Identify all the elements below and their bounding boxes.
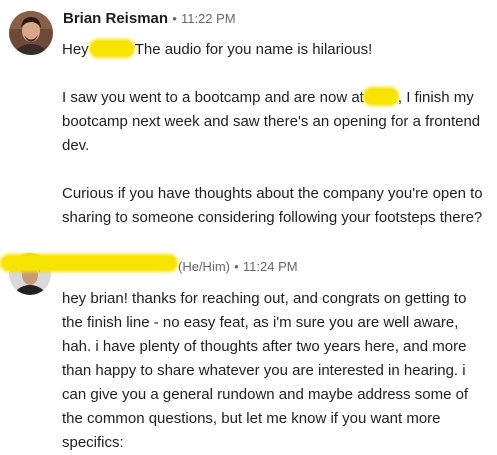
- timestamp: 11:24 PM: [242, 259, 298, 274]
- message-body: hey brian! thanks for reaching out, and …: [62, 290, 469, 451]
- timestamp: 11:22 PM: [180, 11, 236, 26]
- message-body: Hey The audio for you name is hilarious! …: [62, 38, 490, 230]
- question-paragraph: Curious if you have thoughts about the c…: [62, 185, 483, 226]
- separator-dot: •: [234, 259, 239, 274]
- redaction-mark: [364, 89, 397, 104]
- greeting-prefix: Hey: [62, 41, 89, 58]
- bootcamp-paragraph: I saw you went to a bootcamp and are now…: [62, 86, 490, 158]
- pronouns: (He/Him): [178, 259, 230, 274]
- redaction-mark: [90, 41, 133, 56]
- sender-line: (He/Him) • 11:24 PM: [178, 257, 298, 277]
- greeting-line: Hey The audio for you name is hilarious!: [62, 38, 490, 62]
- greeting-suffix: The audio for you name is hilarious!: [134, 41, 373, 58]
- bootcamp-prefix: I saw you went to a bootcamp and are now…: [62, 89, 364, 106]
- sender-name[interactable]: Brian Reisman: [63, 10, 168, 27]
- redacted-sender-name: [2, 256, 176, 270]
- separator-dot: •: [172, 11, 177, 26]
- avatar-brian[interactable]: [9, 11, 53, 55]
- sender-line: Brian Reisman • 11:22 PM: [63, 9, 236, 29]
